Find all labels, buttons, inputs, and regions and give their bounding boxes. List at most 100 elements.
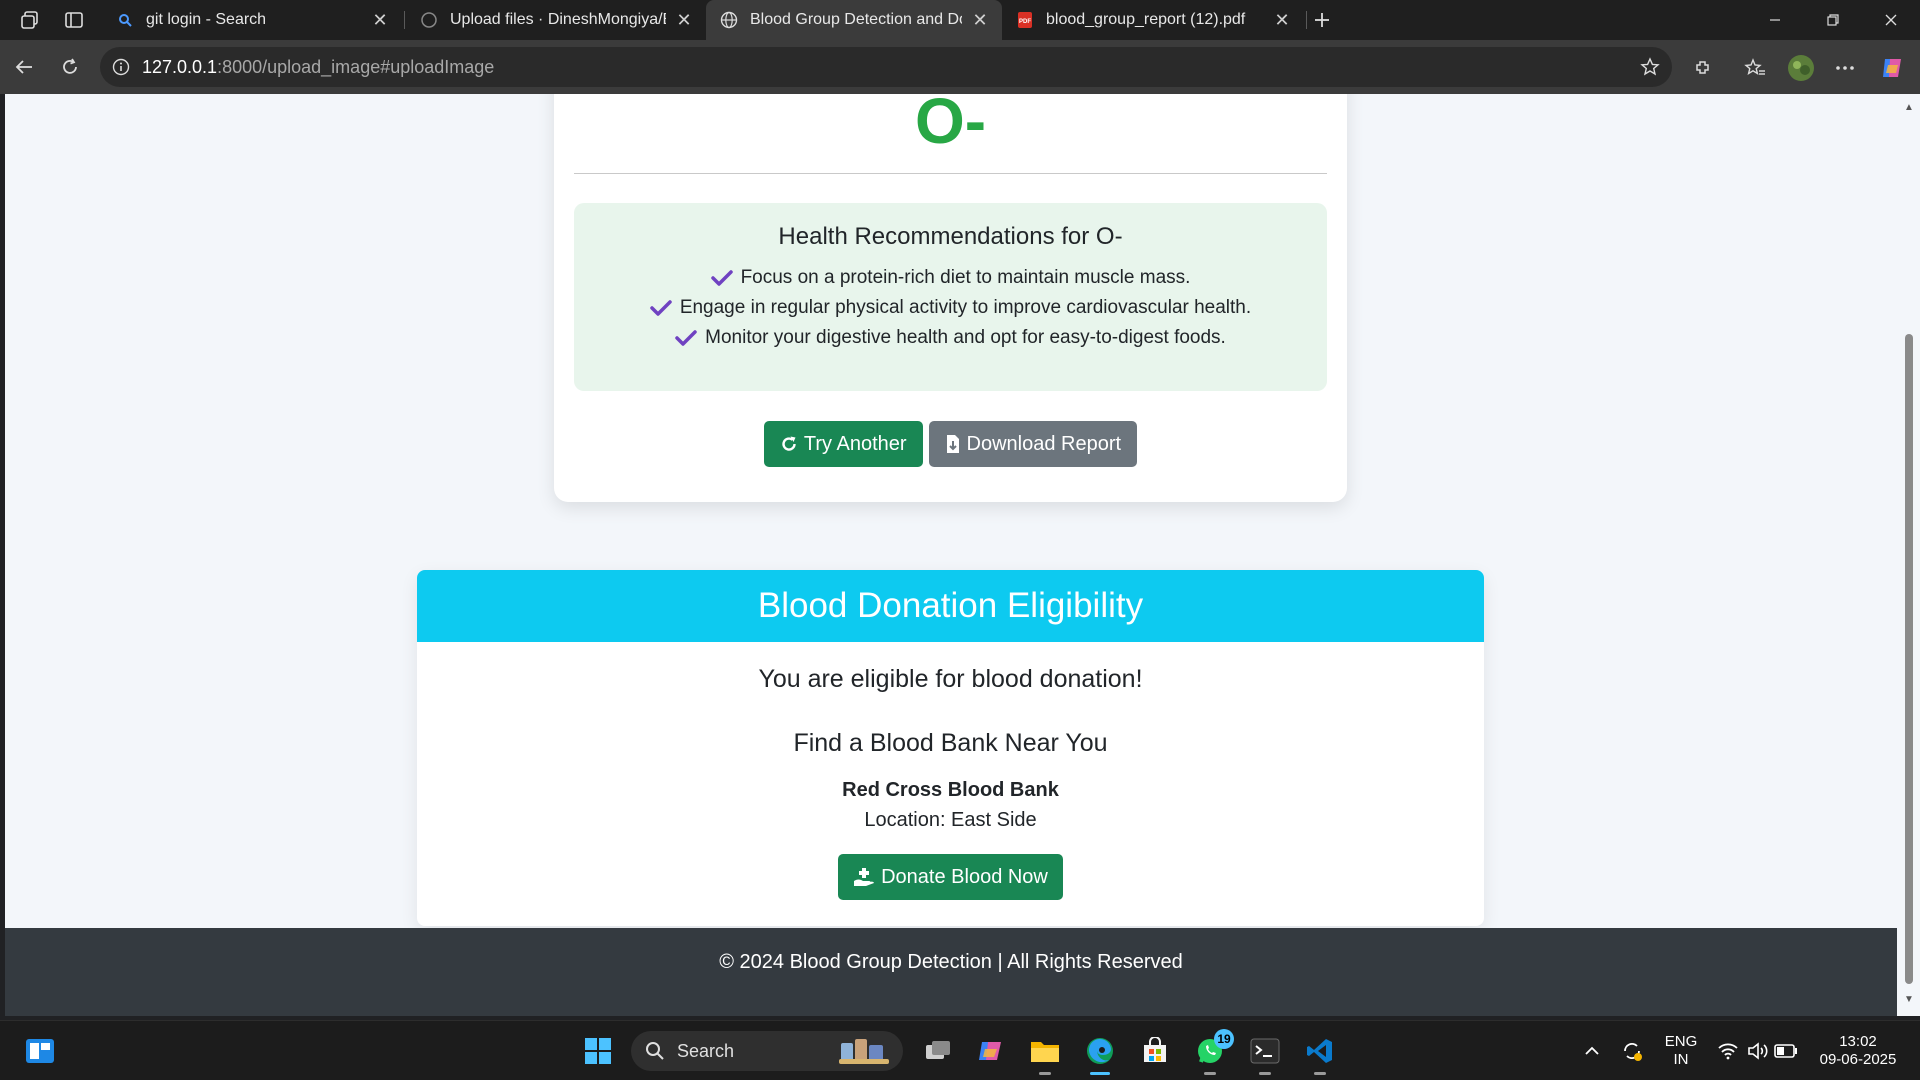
tab-title: git login - Search	[146, 11, 267, 28]
workspaces-icon[interactable]	[18, 8, 42, 32]
browser-tab-bar: git login - Search ✕ Upload files · Dine…	[0, 0, 1920, 40]
tab-blood-group[interactable]: Blood Group Detection and Dona ✕	[706, 0, 1002, 40]
check-icon	[710, 269, 733, 287]
refresh-icon	[780, 435, 798, 453]
scroll-down-icon[interactable]: ▼	[1903, 994, 1915, 1006]
donate-action: Donate Blood Now	[417, 854, 1484, 900]
url-path: :8000/upload_image#uploadImage	[217, 56, 495, 77]
search-icon	[645, 1041, 665, 1061]
edge-browser-icon[interactable]	[1082, 1033, 1118, 1075]
site-info-icon[interactable]	[112, 58, 130, 76]
copilot-icon[interactable]	[1877, 53, 1907, 83]
clock[interactable]: 13:02 09-06-2025	[1812, 1033, 1904, 1069]
language-code: ENG	[1664, 1033, 1698, 1050]
close-icon[interactable]: ✕	[370, 10, 390, 30]
pdf-icon: PDF	[1016, 11, 1034, 29]
restore-icon[interactable]	[1804, 0, 1862, 40]
widgets-icon[interactable]	[22, 1033, 58, 1069]
battery-icon[interactable]	[1768, 1033, 1804, 1069]
scrollbar-thumb[interactable]	[1905, 334, 1913, 984]
active-indicator	[1090, 1072, 1110, 1075]
globe-icon	[720, 11, 738, 29]
new-tab-icon[interactable]	[1310, 8, 1334, 32]
tab-title: Blood Group Detection and Dona	[750, 11, 962, 28]
eligibility-heading: Blood Donation Eligibility	[417, 570, 1484, 642]
tab-separator	[404, 11, 405, 29]
windows-taskbar: Search 19 ENG IN 13:02 09-06-2025	[0, 1020, 1920, 1080]
page-scrollbar[interactable]: ▲ ▼	[1897, 94, 1920, 1016]
sync-icon[interactable]	[1614, 1033, 1650, 1069]
address-bar-row: 127.0.0.1:8000/upload_image#uploadImage	[0, 40, 1920, 94]
recommendations-title: Health Recommendations for O-	[778, 223, 1123, 250]
result-actions: Try Another Download Report	[554, 421, 1347, 467]
donate-blood-button[interactable]: Donate Blood Now	[838, 854, 1063, 900]
favorite-star-icon[interactable]	[1640, 57, 1660, 77]
copilot-app-icon[interactable]	[972, 1033, 1008, 1069]
blood-bank-location: Location: East Side	[864, 809, 1037, 831]
url-bar[interactable]: 127.0.0.1:8000/upload_image#uploadImage	[100, 47, 1672, 87]
profile-avatar[interactable]	[1786, 53, 1816, 83]
health-recommendations-box: Health Recommendations for O- Focus on a…	[574, 203, 1327, 391]
result-card: O- Health Recommendations for O- Focus o…	[554, 94, 1347, 502]
donate-blood-label: Donate Blood Now	[881, 865, 1048, 888]
show-hidden-icons-icon[interactable]	[1574, 1033, 1610, 1069]
microsoft-store-icon[interactable]	[1137, 1033, 1173, 1069]
clock-time: 13:02	[1839, 1033, 1877, 1050]
page-viewport: O- Health Recommendations for O- Focus o…	[5, 94, 1897, 1016]
recommendations-list: Focus on a protein-rich diet to maintain…	[574, 263, 1327, 353]
eligibility-card: Blood Donation Eligibility You are eligi…	[417, 570, 1484, 926]
tab-title: blood_group_report (12).pdf	[1046, 11, 1246, 28]
close-icon[interactable]: ✕	[674, 10, 694, 30]
language-indicator[interactable]: ENG IN	[1660, 1033, 1702, 1069]
favorites-icon[interactable]	[1740, 53, 1770, 83]
extensions-icon[interactable]	[1688, 53, 1718, 83]
terminal-icon[interactable]	[1247, 1033, 1283, 1075]
running-indicator	[1314, 1072, 1326, 1075]
url-host: 127.0.0.1	[142, 56, 218, 77]
tab-git-login[interactable]: git login - Search ✕	[102, 0, 402, 40]
hand-holding-medical-icon	[853, 867, 875, 887]
vertical-tabs-icon[interactable]	[62, 8, 86, 32]
divider	[574, 173, 1327, 174]
task-view-icon[interactable]	[920, 1033, 956, 1069]
close-window-icon[interactable]	[1862, 0, 1920, 40]
scroll-up-icon[interactable]: ▲	[1903, 102, 1915, 114]
region-code: IN	[1673, 1051, 1689, 1068]
search-icon	[116, 11, 134, 29]
running-indicator	[1039, 1072, 1051, 1075]
svg-text:PDF: PDF	[1019, 19, 1031, 25]
vscode-icon[interactable]	[1302, 1033, 1338, 1075]
clock-date: 09-06-2025	[1819, 1051, 1897, 1068]
taskbar-search[interactable]: Search	[631, 1031, 903, 1071]
blood-type-result: O-	[914, 94, 987, 157]
url-text: 127.0.0.1:8000/upload_image#uploadImage	[142, 57, 494, 78]
search-highlight-icon	[837, 1035, 893, 1067]
more-options-icon[interactable]	[1830, 53, 1860, 83]
start-icon[interactable]	[580, 1033, 616, 1069]
check-icon	[675, 329, 697, 347]
back-icon[interactable]	[10, 53, 38, 81]
download-report-label: Download Report	[966, 432, 1122, 455]
check-icon	[650, 299, 672, 317]
recommendation-text: Monitor your digestive health and opt fo…	[705, 327, 1226, 348]
tab-upload-files[interactable]: Upload files · DineshMongiya/Blo ✕	[406, 0, 706, 40]
whatsapp-icon[interactable]: 19	[1192, 1029, 1234, 1075]
close-icon[interactable]: ✕	[970, 10, 990, 30]
eligibility-message: You are eligible for blood donation!	[758, 665, 1143, 693]
try-another-label: Try Another	[803, 432, 907, 455]
footer-text: © 2024 Blood Group Detection | All Right…	[719, 950, 1183, 973]
github-icon	[420, 11, 438, 29]
tab-separator	[1306, 11, 1307, 29]
try-another-button[interactable]: Try Another	[763, 421, 923, 467]
tab-pdf-report[interactable]: PDF blood_group_report (12).pdf ✕	[1002, 0, 1304, 40]
minimize-icon[interactable]	[1746, 0, 1804, 40]
download-report-button[interactable]: Download Report	[928, 421, 1138, 467]
close-icon[interactable]: ✕	[1272, 10, 1292, 30]
list-item: Engage in regular physical activity to i…	[574, 293, 1327, 323]
blood-bank-title: Find a Blood Bank Near You	[793, 729, 1108, 757]
file-explorer-icon[interactable]	[1027, 1033, 1063, 1075]
notification-badge: 19	[1214, 1029, 1234, 1049]
recommendation-text: Engage in regular physical activity to i…	[679, 297, 1252, 318]
refresh-icon[interactable]	[56, 53, 84, 81]
blood-bank-name: Red Cross Blood Bank	[842, 779, 1059, 801]
